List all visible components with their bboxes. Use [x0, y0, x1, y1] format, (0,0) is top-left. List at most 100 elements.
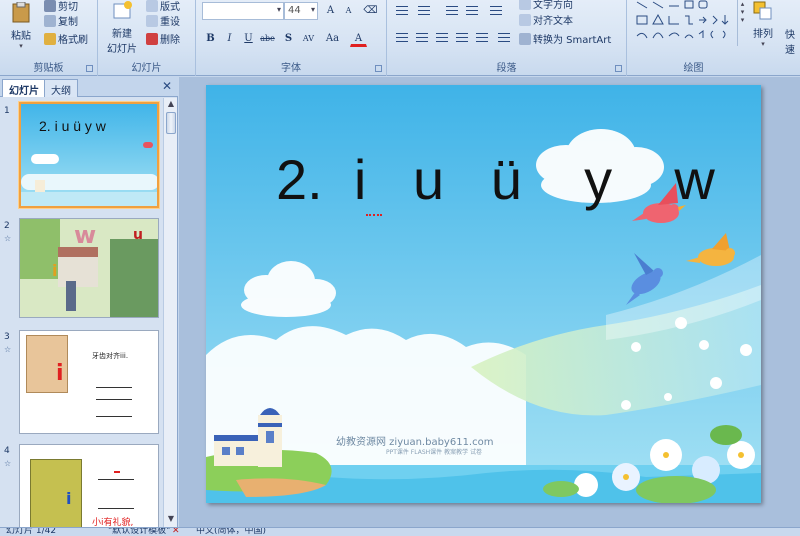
slide-number: 2: [4, 221, 10, 231]
drawing-group-label: 绘图: [683, 63, 704, 74]
delete-label: 删除: [160, 35, 180, 46]
copy-button[interactable]: 复制: [44, 13, 78, 28]
slides-panel: 幻灯片 大纲 ✕ 1 2. i u ü y w 2 ☆ w u i ü 3: [0, 77, 178, 527]
shapes-scroll[interactable]: ▴ ▾ ▾: [737, 0, 747, 46]
thumb-letter-i: i: [56, 361, 64, 386]
theme-name: "默认设计模板": [108, 527, 171, 536]
reset-button[interactable]: 重设: [146, 13, 180, 28]
watermark-sub: PPT课件 FLASH课件 教案教学 试卷: [386, 449, 482, 456]
distributed-button[interactable]: [473, 30, 491, 47]
clipboard-launcher[interactable]: [86, 65, 93, 72]
slide-number: 3: [4, 332, 10, 342]
slides-group-label: 幻灯片: [131, 63, 162, 74]
cut-label: 剪切: [58, 2, 78, 13]
align-left-button[interactable]: [393, 30, 411, 47]
bird: [143, 142, 153, 148]
animation-icon: ☆: [4, 459, 12, 468]
smartart-label: 转换为 SmartArt: [533, 35, 612, 46]
shapes-gallery[interactable]: [633, 0, 745, 46]
slide-thumbnail-1[interactable]: 2. i u ü y w: [19, 102, 159, 208]
smartart-button[interactable]: 转换为 SmartArt: [519, 31, 611, 46]
font-name-combo[interactable]: ▾: [202, 2, 284, 20]
reset-label: 重设: [160, 17, 180, 28]
increase-indent-button[interactable]: [463, 3, 481, 20]
font-group-label: 字体: [281, 63, 301, 74]
justify-button[interactable]: [453, 30, 471, 47]
language: 中文(简体，中国): [196, 527, 267, 536]
paste-button[interactable]: 粘贴 ▾: [6, 1, 36, 50]
shrink-font-button[interactable]: A: [340, 2, 357, 19]
align-text-button[interactable]: 对齐文本: [519, 12, 573, 27]
thumb-text: 小i有礼貌,: [92, 518, 134, 527]
brush-icon: [44, 32, 56, 45]
drawing-group: ▴ ▾ ▾ 排列 ▾ 快速 绘图: [627, 0, 800, 76]
font-size-combo[interactable]: 44 ▾: [284, 2, 318, 20]
scroll-thumb[interactable]: [166, 112, 176, 134]
font-launcher[interactable]: [375, 65, 382, 72]
chevron-down-icon: ▾: [276, 5, 281, 14]
slides-group: 新建 幻灯片 版式 重设 删除 幻灯片: [98, 0, 196, 76]
thumb-title: 2. i u ü y w: [39, 118, 106, 134]
tab-slides[interactable]: 幻灯片: [2, 79, 46, 97]
new-slide-label-2: 幻灯片: [107, 44, 137, 55]
chevron-down-icon: ▾: [310, 5, 315, 14]
char-spacing-button[interactable]: AV: [300, 30, 317, 47]
slide-number: 4: [4, 446, 10, 456]
panel-scrollbar[interactable]: ▲ ▼: [163, 98, 177, 527]
animation-icon: ☆: [4, 345, 12, 354]
clear-format-button[interactable]: ⌫: [362, 2, 379, 19]
slide-thumbnail-2[interactable]: w u i ü: [19, 218, 159, 318]
line-spacing-button[interactable]: [487, 3, 505, 20]
underline-button[interactable]: U: [240, 30, 257, 47]
close-icon[interactable]: ✕: [162, 79, 172, 93]
change-case-button[interactable]: Aa: [324, 30, 341, 47]
coat-image: [30, 459, 82, 527]
cut-button[interactable]: 剪切: [44, 0, 78, 13]
slide-position: 幻灯片 1/42: [6, 527, 57, 536]
thumbnail-list: 1 2. i u ü y w 2 ☆ w u i ü 3 ☆ i 牙齿: [0, 98, 164, 527]
format-painter-button[interactable]: 格式刷: [44, 31, 88, 46]
slide-title[interactable]: 2. i u ü y w: [276, 147, 715, 212]
cliff: [110, 239, 158, 317]
delete-icon: [146, 32, 158, 45]
columns-button[interactable]: [495, 30, 513, 47]
format-painter-label: 格式刷: [58, 35, 88, 46]
slide-editor: 2. i u ü y w 幼教资源网 ziyuan.baby611.com PP…: [179, 77, 800, 527]
delete-button[interactable]: 删除: [146, 31, 180, 46]
scroll-down-icon[interactable]: ▼: [165, 514, 177, 526]
spellcheck-icon[interactable]: ✕: [172, 528, 180, 536]
italic-button[interactable]: I: [221, 30, 238, 47]
bold-button[interactable]: B: [202, 30, 219, 47]
arrange-button[interactable]: 排列 ▾: [751, 0, 775, 48]
slide-number: 1: [4, 106, 10, 116]
thumb-letter: w: [74, 221, 97, 249]
align-right-button[interactable]: [433, 30, 451, 47]
font-color-button[interactable]: A: [350, 30, 367, 47]
writing-lines: [96, 399, 132, 407]
numbering-button[interactable]: [415, 3, 433, 20]
shadow-button[interactable]: S: [280, 30, 297, 47]
layout-button[interactable]: 版式: [146, 0, 180, 13]
copy-label: 复制: [58, 17, 78, 28]
status-bar: 幻灯片 1/42 "默认设计模板" ✕ 中文(简体，中国): [0, 527, 800, 536]
align-text-label: 对齐文本: [533, 16, 573, 27]
strikethrough-button[interactable]: abe: [259, 30, 276, 47]
tab-outline[interactable]: 大纲: [44, 79, 78, 97]
layout-label: 版式: [160, 2, 180, 13]
grow-font-button[interactable]: A: [322, 2, 339, 19]
ground: [21, 192, 157, 206]
align-center-button[interactable]: [413, 30, 431, 47]
ribbon: 粘贴 ▾ 剪切 复制 格式刷 剪贴板 新建 幻灯片 版式 重设 删除 幻灯片 ▾…: [0, 0, 800, 76]
new-slide-button[interactable]: 新建 幻灯片: [102, 0, 142, 55]
quick-styles-label[interactable]: 快速: [785, 26, 800, 56]
slide-thumbnail-3[interactable]: i 牙齿对齐iii.: [19, 330, 159, 434]
clipboard-group: 粘贴 ▾ 剪切 复制 格式刷 剪贴板: [0, 0, 98, 76]
slide-thumbnail-4[interactable]: i 小i有礼貌,: [19, 444, 159, 527]
text-direction-button[interactable]: 文字方向: [519, 0, 573, 11]
bullets-button[interactable]: [393, 3, 411, 20]
decrease-indent-button[interactable]: [443, 3, 461, 20]
paste-icon: [12, 1, 30, 23]
current-slide[interactable]: 2. i u ü y w 幼教资源网 ziyuan.baby611.com PP…: [206, 85, 761, 503]
scroll-up-icon[interactable]: ▲: [165, 99, 177, 111]
spellcheck-underline: [366, 213, 382, 216]
